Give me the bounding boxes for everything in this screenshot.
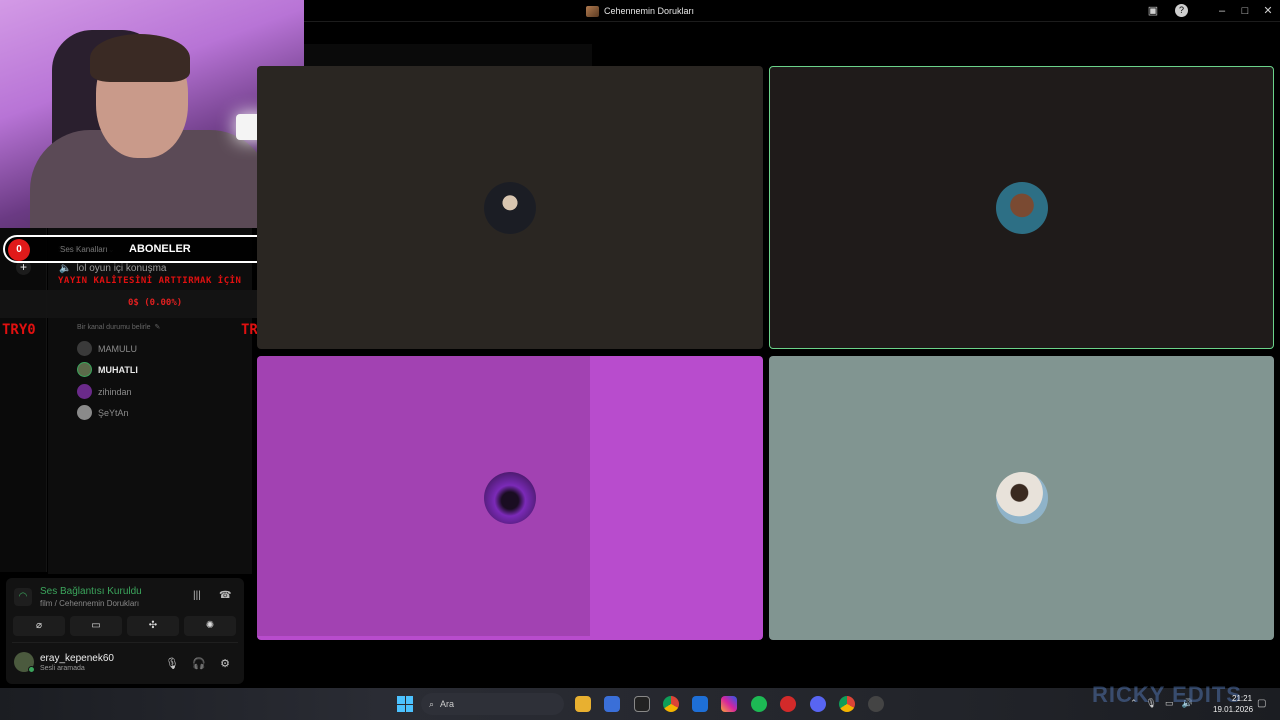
file-explorer-icon[interactable] [575,696,591,712]
spotify-icon[interactable] [751,696,767,712]
avatar [995,472,1048,524]
voice-category-ghost: Ses Kanalları [60,245,108,254]
store-icon[interactable] [604,696,620,712]
disconnect-icon[interactable]: ☎ [219,590,231,601]
avatar [77,362,92,377]
taskbar-search[interactable]: ⌕ Ara [421,693,564,715]
maximize-icon[interactable]: □ [1237,3,1253,19]
participant-tile[interactable] [257,66,763,349]
activities-button[interactable]: ✣ [127,616,179,636]
inbox-icon[interactable]: ▣ [1145,3,1161,19]
mail-icon[interactable] [692,696,708,712]
search-icon: ⌕ [429,698,435,709]
avatar [77,384,92,399]
voice-member[interactable]: zihindan [77,384,132,399]
online-status-dot [28,666,35,673]
speaker-icon: 🔈 [59,263,72,274]
app-icon[interactable] [780,696,796,712]
subscriber-goal-title: ABONELER [129,243,191,255]
signal-icon[interactable]: ◠ [14,588,32,606]
voice-channel-path[interactable]: film / Cehennemin Dorukları [40,599,139,608]
avatar [77,341,92,356]
discord-icon[interactable] [810,696,826,712]
soundboard-button[interactable]: ✺ [184,616,236,636]
voice-member[interactable]: MAMULU [77,341,137,356]
help-icon[interactable]: ? [1175,4,1188,17]
username[interactable]: eray_kepenek60 [40,653,114,664]
microphone-icon[interactable]: 🎙 [164,656,180,672]
participant-tile[interactable] [769,356,1274,640]
avatar [995,181,1048,234]
clock-time[interactable]: 21:21 [1232,694,1252,703]
close-icon[interactable]: ✕ [1260,3,1276,19]
obs-icon[interactable] [868,696,884,712]
pencil-icon: ✎ [154,324,161,331]
window-title: Cehennemin Dorukları [586,4,694,18]
screen-share-button[interactable]: ▭ [70,616,122,636]
voice-member[interactable]: MUHATLI [77,362,138,377]
camera-toggle-button[interactable]: ⌀ [13,616,65,636]
title-bar [304,0,1280,22]
participant-tile[interactable] [257,356,763,640]
participant-tile-speaking[interactable] [769,66,1274,349]
avatar [77,405,92,420]
user-status-text: Sesli aramada [40,665,85,672]
voice-member[interactable]: ŞeYtAn [77,405,129,420]
donation-message: YAYIN KALİTESİNİ ARTTIRMAK İÇİN [58,276,242,286]
chrome-icon[interactable] [839,696,855,712]
server-icon [586,5,599,17]
search-placeholder: Ara [440,699,455,709]
voice-channel-item[interactable]: 🔈 lol oyun içi konuşma [59,263,167,274]
channel-status-setter[interactable]: Bir kanal durumu belirle ✎ [77,323,161,332]
avatar [484,472,536,524]
windows-start-icon[interactable] [397,696,413,712]
subscriber-count: 0 [8,239,30,261]
chrome-icon[interactable] [663,696,679,712]
headphones-icon[interactable]: 🎧 [191,656,207,672]
minimize-icon[interactable]: – [1214,3,1230,19]
voice-channel-name: lol oyun içi konuşma [76,263,167,274]
noise-suppression-icon[interactable]: ||| [193,590,201,601]
epic-games-icon[interactable] [634,696,650,712]
window-title-text: Cehennemin Dorukları [604,6,695,16]
voice-status[interactable]: Ses Bağlantısı Kuruldu [40,586,142,597]
instagram-icon[interactable] [721,696,737,712]
header-bar [304,44,592,66]
taskbar: ⌕ Ara ⌃ 🎙 ▭ 🔊 ▢ [0,688,1280,720]
notification-icon[interactable]: ▢ [1257,698,1266,709]
voice-connection-panel: ◠ Ses Bağlantısı Kuruldu film / Cehennem… [6,578,244,684]
settings-gear-icon[interactable]: ⚙ [217,656,233,672]
donation-progress-value: 0$ (0.00%) [128,298,183,308]
clock-date[interactable]: 19.01.2026 [1213,705,1253,714]
donation-min-label: TRY0 [2,322,36,338]
avatar [484,181,536,234]
